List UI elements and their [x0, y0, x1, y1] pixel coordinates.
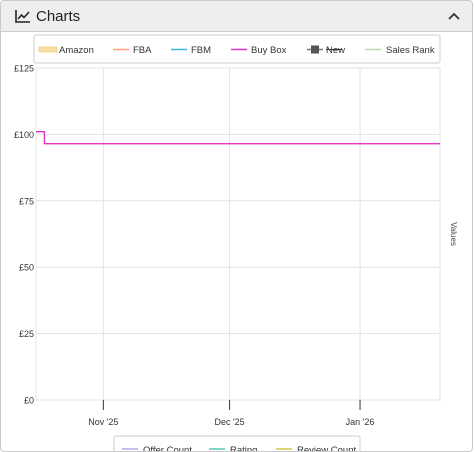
y-tick-label: £25 — [19, 329, 34, 339]
series-line-buy-box — [36, 130, 440, 145]
x-tick-label: Jan '26 — [346, 417, 375, 427]
line-chart-icon — [15, 10, 30, 23]
y-tick-label: £50 — [19, 263, 34, 273]
legend-item-review-count[interactable]: Review Count — [297, 445, 356, 451]
x-tick-label: Nov '25 — [88, 417, 118, 427]
legend-label: Buy Box — [251, 45, 287, 56]
y-tick-label: £75 — [19, 196, 34, 206]
legend-label: FBM — [191, 45, 211, 56]
charts-panel: Charts Amazon FBA FBM Buy Box New Sales Rank £… — [0, 0, 473, 452]
legend-label: New — [326, 45, 345, 56]
charts-panel-header[interactable]: Charts — [1, 1, 472, 32]
legend-item-rating[interactable]: Rating — [230, 445, 257, 451]
legend-label: Sales Rank — [386, 45, 435, 56]
legend-marker — [311, 45, 319, 54]
price-history-chart: Amazon FBA FBM Buy Box New Sales Rank £0 £25 £50… — [14, 34, 458, 451]
y-tick-label: £100 — [14, 130, 34, 140]
legend-label: Amazon — [59, 45, 94, 56]
y-tick-label: £0 — [24, 396, 34, 406]
collapse-button[interactable] — [446, 8, 462, 24]
legend-label: FBA — [133, 45, 152, 56]
plot-area — [35, 67, 441, 401]
legend-item-offer-count[interactable]: Offer Count — [143, 445, 192, 451]
legend-swatch — [38, 46, 58, 53]
chevron-up-icon — [448, 12, 460, 20]
y-tick-label: £125 — [14, 64, 34, 74]
x-tick-label: Dec '25 — [214, 417, 244, 427]
y-axis-title: Values — [449, 222, 458, 246]
chart-area: Amazon FBA FBM Buy Box New Sales Rank £0 £25 £50… — [1, 31, 472, 451]
panel-title: Charts — [36, 7, 81, 25]
